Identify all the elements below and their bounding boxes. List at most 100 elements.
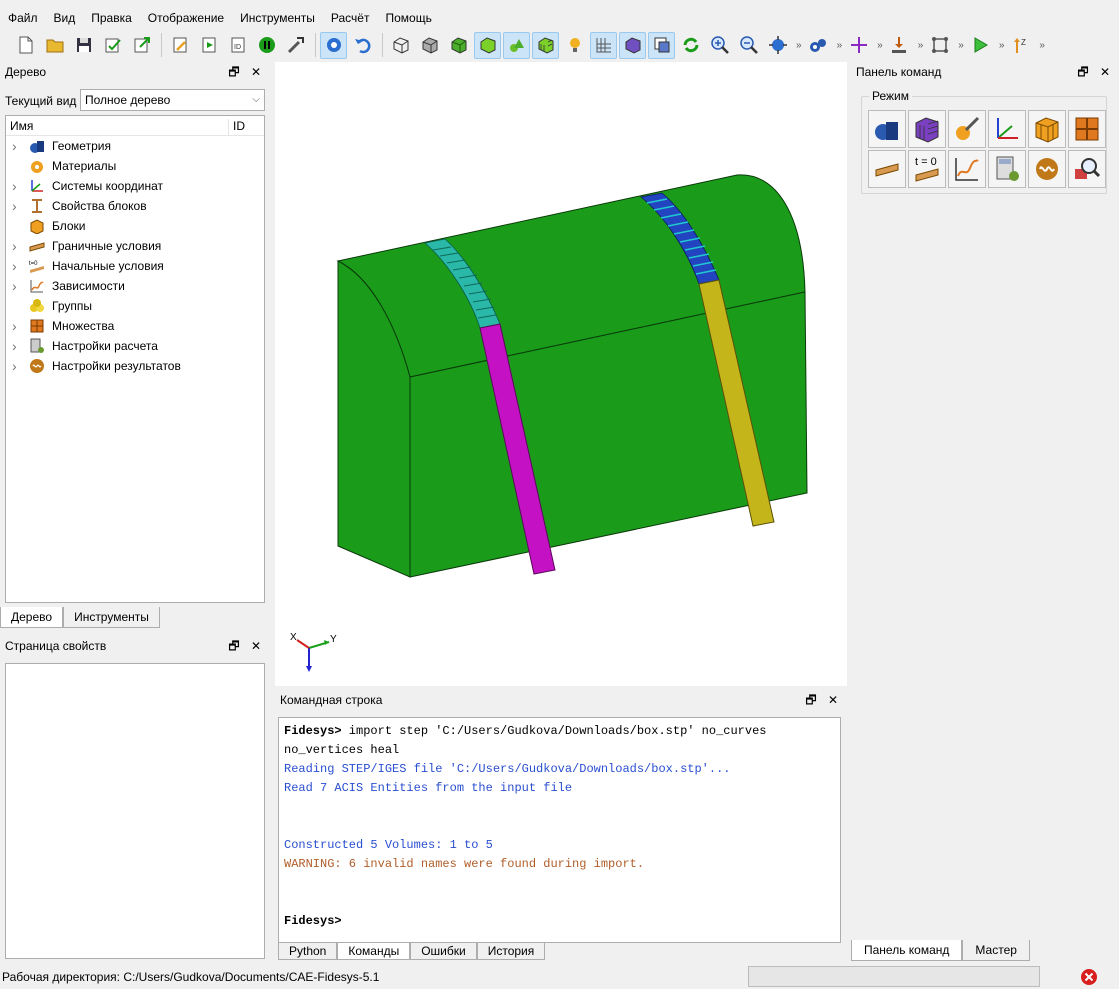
chevron-right-icon[interactable]: › xyxy=(12,358,28,374)
toolbar-overflow[interactable]: » xyxy=(1039,40,1045,51)
toolbar-overflow[interactable]: » xyxy=(837,40,843,51)
tab-python[interactable]: Python xyxy=(278,943,338,960)
model-view[interactable]: X Y xyxy=(275,62,847,686)
current-view-select[interactable]: Полное дерево ⌵ xyxy=(80,89,265,111)
dependency-mode-button[interactable] xyxy=(948,150,986,188)
analysis-mode-button[interactable] xyxy=(1068,150,1106,188)
purple-cube-button[interactable] xyxy=(619,31,646,59)
chevron-right-icon[interactable]: › xyxy=(12,138,28,154)
tree-item[interactable]: › Граничные условия xyxy=(6,236,264,256)
solid-button[interactable] xyxy=(474,31,501,59)
chevron-right-icon[interactable]: › xyxy=(12,178,28,194)
window-button[interactable] xyxy=(648,31,675,59)
zoom-out-button[interactable] xyxy=(735,32,762,59)
toolbar-overflow[interactable]: » xyxy=(796,40,802,51)
close-icon[interactable]: ✕ xyxy=(250,62,262,82)
chevron-right-icon[interactable]: › xyxy=(12,238,28,254)
chevron-right-icon[interactable]: › xyxy=(12,318,28,334)
run-button[interactable] xyxy=(967,32,994,59)
tab-commands[interactable]: Команды xyxy=(337,943,411,960)
close-icon[interactable]: ✕ xyxy=(827,690,839,710)
refresh-button[interactable] xyxy=(677,32,704,59)
blocks-mode-button[interactable] xyxy=(1028,110,1066,148)
tree-item[interactable]: › Множества xyxy=(6,316,264,336)
mesh-mode-button[interactable] xyxy=(908,110,946,148)
tab-wizard[interactable]: Мастер xyxy=(962,940,1030,961)
menu-edit[interactable]: Правка xyxy=(83,8,140,28)
toolbar-overflow[interactable]: » xyxy=(918,40,924,51)
menu-tools[interactable]: Инструменты xyxy=(232,8,323,28)
layout-button[interactable] xyxy=(926,32,953,59)
check-button[interactable] xyxy=(99,32,126,59)
mesh-button[interactable] xyxy=(532,31,559,59)
coordinate-mode-button[interactable] xyxy=(988,110,1026,148)
menu-help[interactable]: Помощь xyxy=(377,8,439,28)
menu-view[interactable]: Вид xyxy=(46,8,84,28)
tab-history[interactable]: История xyxy=(476,943,546,960)
tab-tools[interactable]: Инструменты xyxy=(63,607,160,628)
float-icon[interactable]: 🗗 xyxy=(228,636,240,656)
wireframe-button[interactable] xyxy=(387,32,414,59)
export-button[interactable] xyxy=(128,32,155,59)
tree-item[interactable]: › Системы координат xyxy=(6,176,264,196)
chevron-right-icon[interactable]: › xyxy=(12,198,28,214)
tree-item[interactable]: › t=0 Начальные условия xyxy=(6,256,264,276)
tab-command-panel[interactable]: Панель команд xyxy=(851,940,963,961)
tab-tree[interactable]: Дерево xyxy=(0,607,64,628)
tree-view[interactable]: Имя ID › Геометрия Материалы › Системы коорд… xyxy=(5,115,265,603)
z-axis-button[interactable]: Z xyxy=(1007,32,1034,59)
tree-item[interactable]: Материалы xyxy=(6,156,264,176)
menu-display[interactable]: Отображение xyxy=(140,8,232,28)
sets-mode-button[interactable] xyxy=(1068,110,1106,148)
edit-script-button[interactable] xyxy=(166,32,193,59)
graphics-viewport[interactable]: X Y xyxy=(275,62,847,686)
tree-item[interactable]: › Настройки результатов xyxy=(6,356,264,376)
close-icon[interactable]: ✕ xyxy=(1099,62,1111,82)
float-icon[interactable]: 🗗 xyxy=(1077,62,1089,82)
hidden-line-button[interactable] xyxy=(416,32,443,59)
float-icon[interactable]: 🗗 xyxy=(228,62,240,82)
id-button[interactable]: ID xyxy=(224,32,251,59)
constraint-button[interactable] xyxy=(886,32,913,59)
zoom-in-button[interactable] xyxy=(706,32,733,59)
tree-item[interactable]: › Геометрия xyxy=(6,136,264,156)
initial-mode-button[interactable]: t = 0 xyxy=(908,150,946,188)
error-icon[interactable] xyxy=(1080,968,1098,986)
calculation-mode-button[interactable] xyxy=(988,150,1026,188)
tree-item[interactable]: › Свойства блоков xyxy=(6,196,264,216)
material-mode-button[interactable] xyxy=(948,110,986,148)
tab-errors[interactable]: Ошибки xyxy=(410,943,477,960)
toolbar-overflow[interactable]: » xyxy=(999,40,1005,51)
fit-view-button[interactable] xyxy=(764,32,791,59)
results-mode-button[interactable] xyxy=(1028,150,1066,188)
close-icon[interactable]: ✕ xyxy=(250,636,262,656)
pause-button[interactable] xyxy=(253,32,280,59)
float-icon[interactable]: 🗗 xyxy=(805,690,817,710)
command-output[interactable]: Fidesys> import step 'C:/Users/Gudkova/D… xyxy=(278,717,841,943)
properties-view[interactable] xyxy=(5,663,265,959)
crosshair-button[interactable] xyxy=(845,32,872,59)
shapes-button[interactable] xyxy=(503,31,530,59)
toolbar-overflow[interactable]: » xyxy=(958,40,964,51)
grid-button[interactable] xyxy=(590,31,617,59)
toolbar-overflow[interactable]: » xyxy=(877,40,883,51)
run-script-button[interactable] xyxy=(195,32,222,59)
lighting-button[interactable] xyxy=(561,32,588,59)
tree-item[interactable]: › Настройки расчета xyxy=(6,336,264,356)
new-file-button[interactable] xyxy=(12,32,39,59)
geometry-mode-button[interactable] xyxy=(868,110,906,148)
shaded-button[interactable] xyxy=(445,32,472,59)
tree-item[interactable]: Группы xyxy=(6,296,264,316)
chevron-right-icon[interactable]: › xyxy=(12,258,28,274)
chevron-right-icon[interactable]: › xyxy=(12,278,28,294)
tree-item[interactable]: › Зависимости xyxy=(6,276,264,296)
save-button[interactable] xyxy=(70,32,97,59)
menu-file[interactable]: Файл xyxy=(0,8,46,28)
tree-item[interactable]: Блоки xyxy=(6,216,264,236)
column-name[interactable]: Имя xyxy=(10,119,33,133)
boundary-mode-button[interactable] xyxy=(868,150,906,188)
open-button[interactable] xyxy=(41,32,68,59)
tools-button[interactable] xyxy=(282,32,309,59)
select-button[interactable] xyxy=(320,31,347,59)
column-id[interactable]: ID xyxy=(228,119,245,136)
